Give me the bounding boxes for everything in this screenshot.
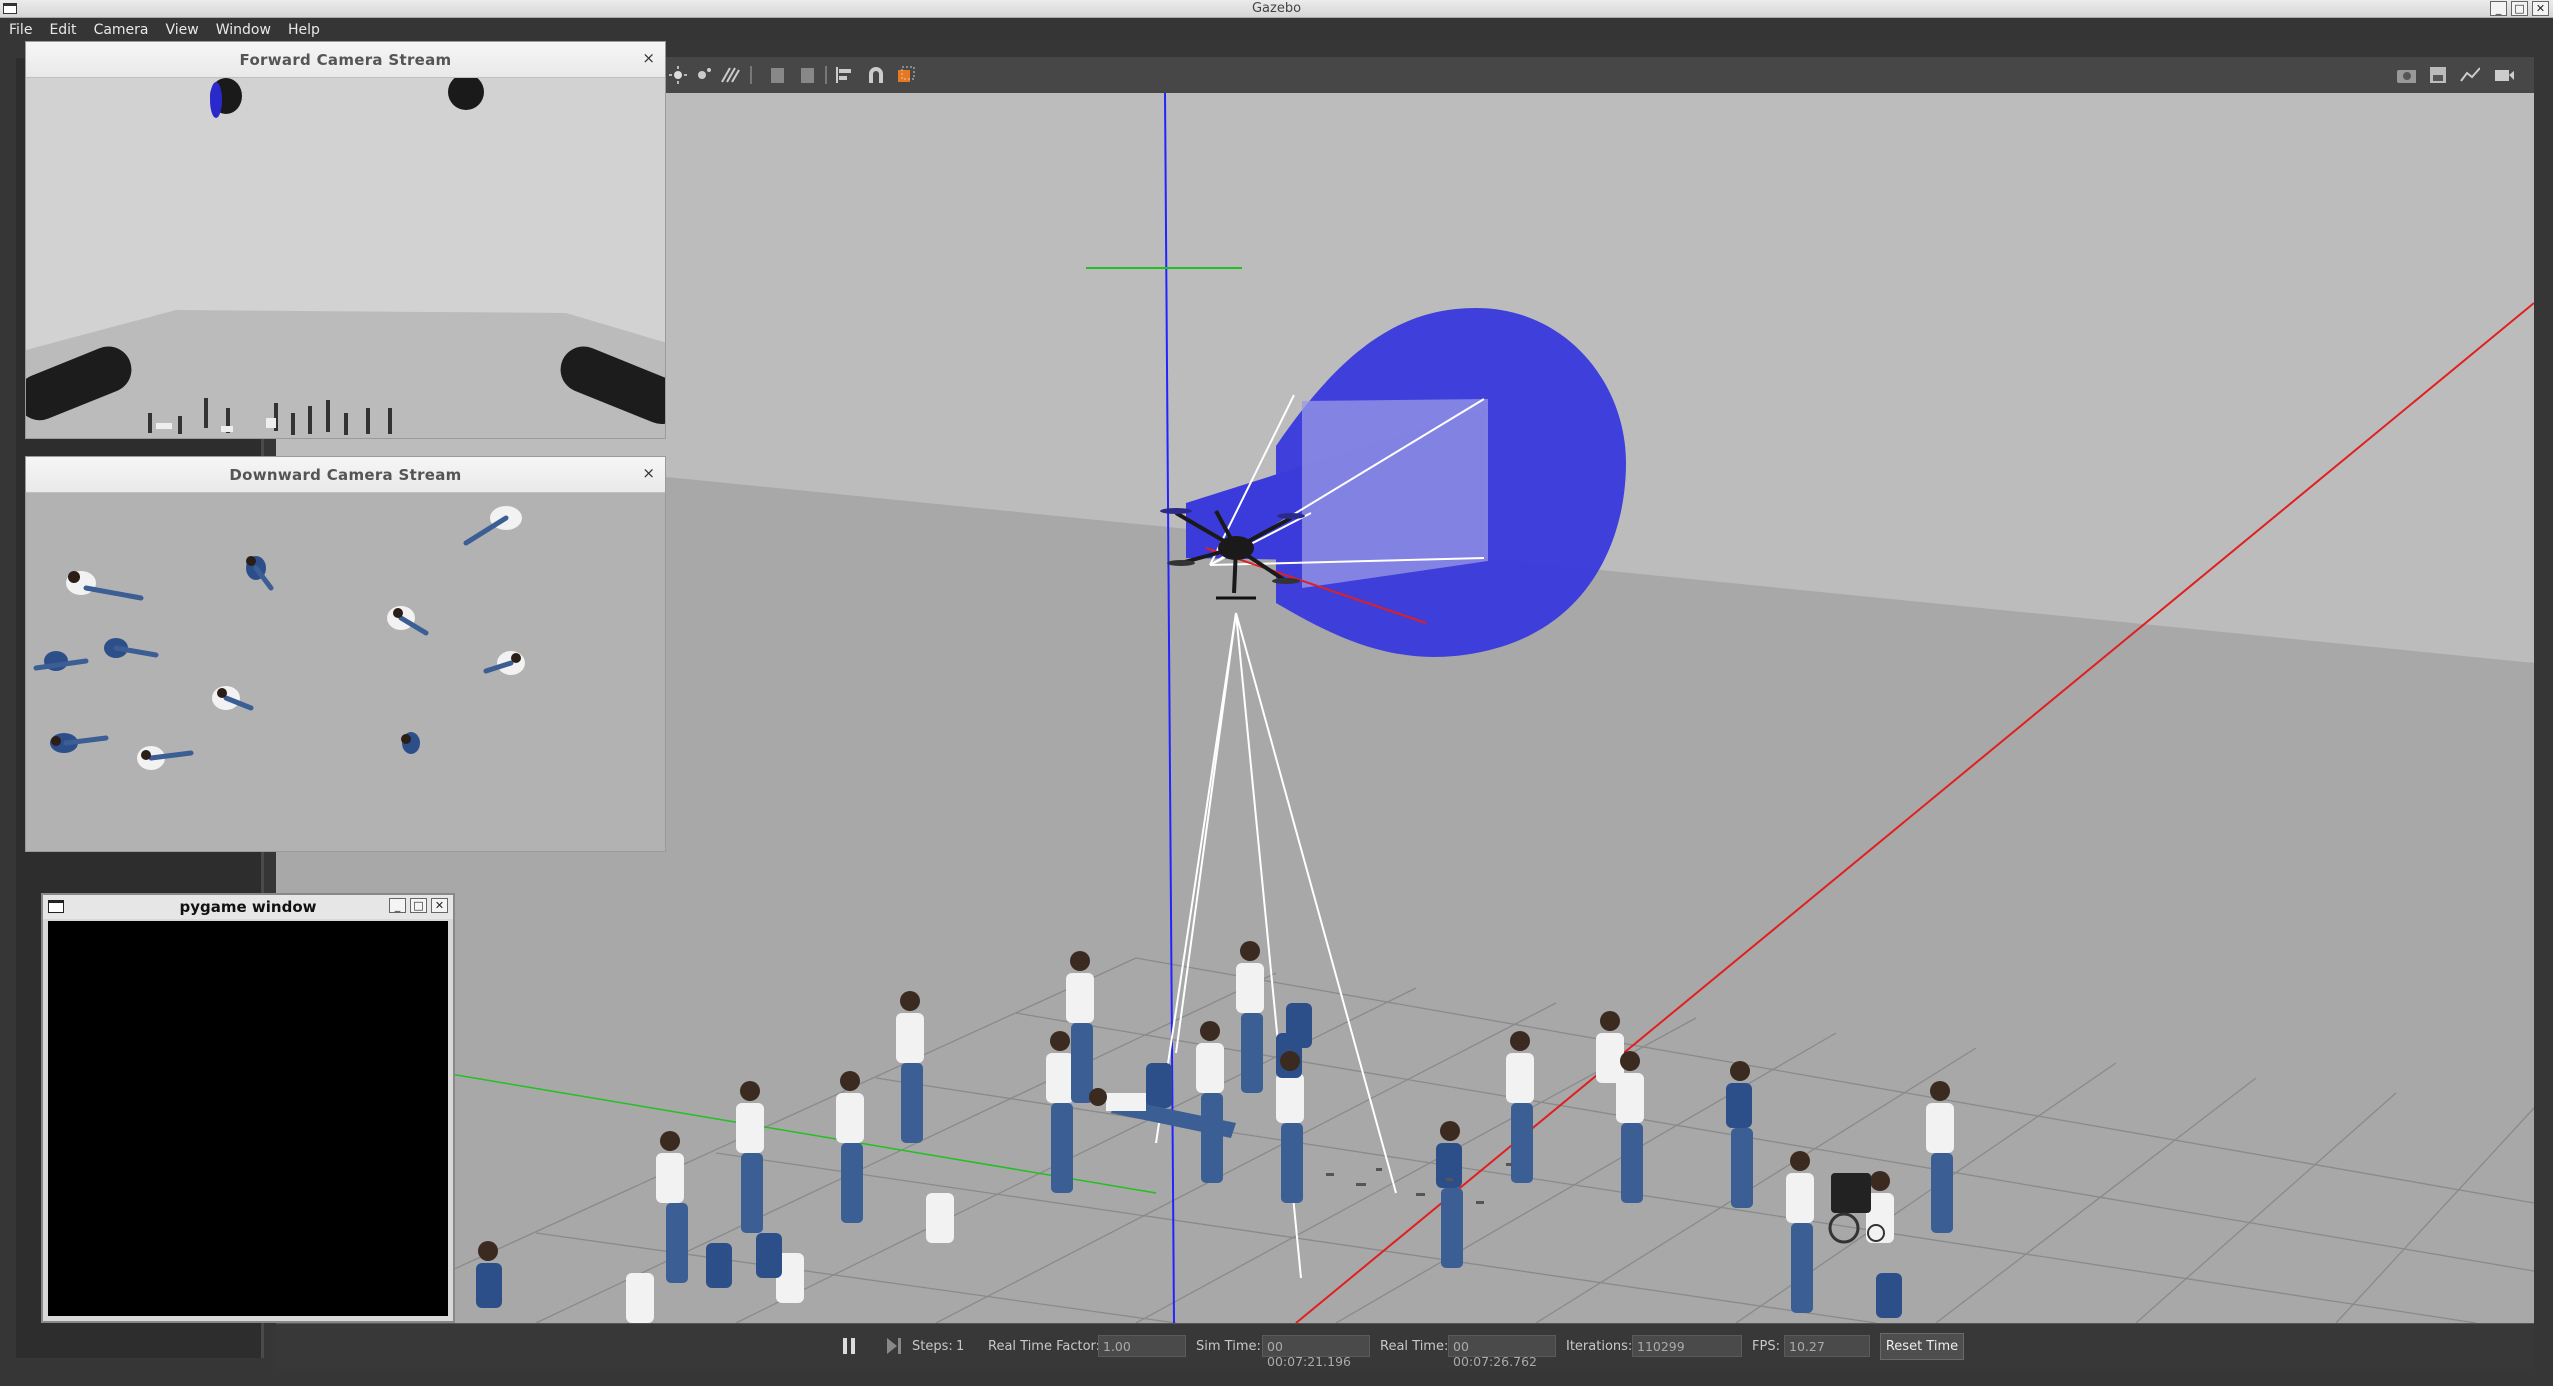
toolbar-separator <box>750 66 752 84</box>
menu-file[interactable]: File <box>0 18 40 38</box>
rtf-field: 1.00 <box>1098 1335 1186 1357</box>
reset-time-button[interactable]: Reset Time <box>1880 1333 1964 1360</box>
menu-camera[interactable]: Camera <box>85 18 157 38</box>
snap-icon[interactable] <box>866 66 886 84</box>
rtf-label: Real Time Factor: <box>988 1339 1101 1354</box>
spot-light-icon[interactable] <box>720 66 740 84</box>
screenshot-icon[interactable] <box>2396 66 2416 84</box>
fps-label: FPS: <box>1752 1339 1780 1354</box>
step-icon[interactable] <box>886 1338 902 1354</box>
pause-icon[interactable] <box>842 1338 856 1354</box>
forward-camera-view <box>26 78 665 438</box>
close-button[interactable]: ✕ <box>2532 1 2549 16</box>
pygame-maximize-button[interactable]: □ <box>410 898 427 913</box>
iterations-field: 110299 <box>1632 1335 1742 1357</box>
record-icon[interactable] <box>2494 66 2514 84</box>
downward-camera-panel: Downward Camera Stream × <box>25 456 666 852</box>
minimize-button[interactable]: _ <box>2490 1 2507 16</box>
toolbar-separator <box>825 66 827 84</box>
maximize-button[interactable]: □ <box>2511 1 2528 16</box>
sim-time-field: 00 00:07:21.196 <box>1262 1335 1370 1369</box>
menu-bar: File Edit Camera View Window Help <box>0 18 2553 40</box>
paste-icon[interactable] <box>798 66 818 84</box>
iterations-label: Iterations: <box>1566 1339 1633 1354</box>
menu-edit[interactable]: Edit <box>40 18 84 38</box>
downward-camera-view <box>26 493 665 851</box>
real-time-label: Real Time: <box>1380 1339 1449 1354</box>
downward-camera-title: Downward Camera Stream <box>229 466 462 484</box>
pygame-window: pygame window _ □ ✕ <box>41 893 455 1323</box>
real-time-field: 00 00:07:26.762 <box>1448 1335 1556 1369</box>
align-icon[interactable] <box>834 66 854 84</box>
forward-camera-close-button[interactable]: × <box>642 49 655 67</box>
fps-field: 10.27 <box>1784 1335 1870 1357</box>
sim-time-label: Sim Time: <box>1196 1339 1261 1354</box>
change-view-icon[interactable] <box>896 66 916 84</box>
steps-spinner[interactable]: 1 <box>956 1339 964 1354</box>
sun-icon[interactable] <box>668 66 688 84</box>
downward-camera-close-button[interactable]: × <box>642 464 655 482</box>
log-icon[interactable] <box>2428 66 2448 84</box>
window-title: Gazebo <box>1251 1 1302 16</box>
forward-camera-panel: Forward Camera Stream × <box>25 41 666 439</box>
menu-window[interactable]: Window <box>207 18 279 38</box>
pygame-canvas[interactable] <box>48 921 448 1316</box>
menu-help[interactable]: Help <box>279 18 328 38</box>
steps-label: Steps: <box>912 1339 953 1354</box>
copy-icon[interactable] <box>768 66 788 84</box>
pygame-close-button[interactable]: ✕ <box>431 898 448 913</box>
plot-icon[interactable] <box>2460 66 2480 84</box>
window-titlebar: Gazebo _ □ ✕ <box>0 0 2553 18</box>
forward-camera-title: Forward Camera Stream <box>239 51 452 69</box>
simulation-status-bar: Steps: 1 Real Time Factor: 1.00 Sim Time… <box>276 1323 2534 1369</box>
pygame-minimize-button[interactable]: _ <box>389 898 406 913</box>
point-light-icon[interactable] <box>694 66 714 84</box>
menu-view[interactable]: View <box>157 18 207 38</box>
